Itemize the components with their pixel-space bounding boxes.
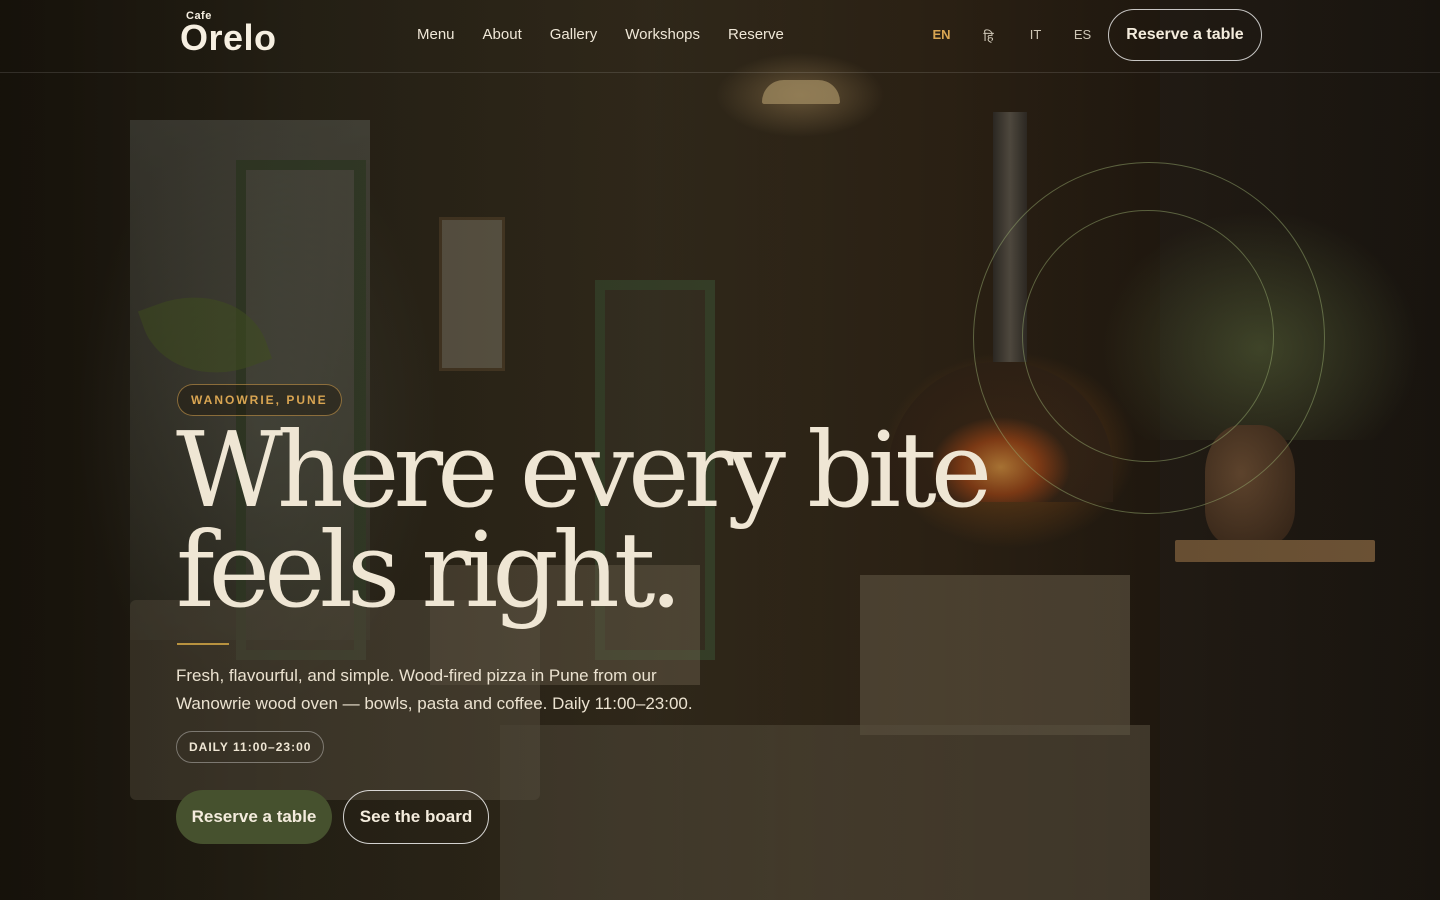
hero-description: Fresh, flavourful, and simple. Wood-fire…	[176, 666, 693, 713]
lang-it[interactable]: IT	[1012, 27, 1059, 45]
nav-item-reserve[interactable]: Reserve	[728, 26, 784, 43]
lang-es[interactable]: ES	[1059, 27, 1106, 45]
see-board-button[interactable]: See the board	[343, 790, 489, 844]
nav-item-menu[interactable]: Menu	[417, 26, 455, 43]
title-divider	[177, 643, 229, 645]
logo-main-text: Orelo	[180, 17, 277, 58]
logo[interactable]: Cafe Orelo	[180, 10, 277, 58]
hero-title: Where every bite feels right.	[176, 409, 992, 631]
lang-hi[interactable]: हि	[965, 27, 1012, 45]
main-nav: Menu About Gallery Workshops Reserve	[417, 26, 784, 43]
nav-item-about[interactable]: About	[483, 26, 522, 43]
lang-en[interactable]: EN	[918, 27, 965, 45]
nav-item-workshops[interactable]: Workshops	[625, 26, 700, 43]
header-reserve-button[interactable]: Reserve a table	[1108, 9, 1262, 61]
language-switcher: EN हि IT ES	[918, 27, 1106, 45]
nav-item-gallery[interactable]: Gallery	[550, 26, 598, 43]
reserve-table-button[interactable]: Reserve a table	[176, 790, 332, 844]
site-header: Cafe Orelo Menu About Gallery Workshops …	[0, 0, 1440, 73]
hours-badge: DAILY 11:00–23:00	[176, 731, 325, 763]
